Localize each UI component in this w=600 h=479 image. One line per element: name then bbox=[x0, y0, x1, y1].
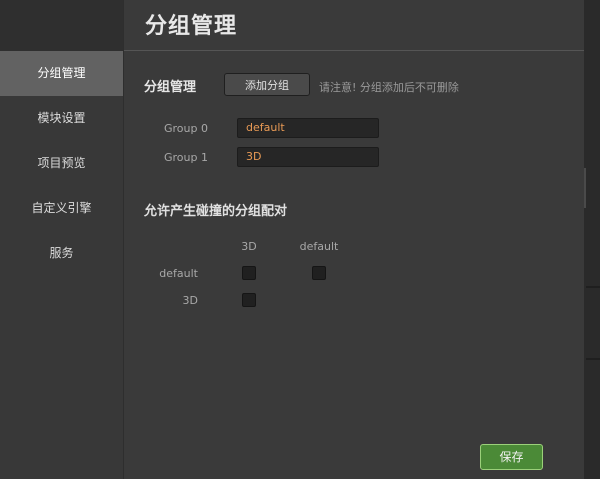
group-notice-text: 请注意! 分组添加后不可删除 bbox=[319, 81, 459, 94]
collision-column-header: default bbox=[299, 240, 339, 253]
collision-matrix-title: 允许产生碰撞的分组配对 bbox=[144, 204, 288, 219]
header-divider bbox=[124, 50, 584, 51]
divider bbox=[586, 286, 600, 288]
sidebar-item-module-settings[interactable]: 模块设置 bbox=[0, 96, 123, 141]
save-button[interactable]: 保存 bbox=[480, 444, 543, 470]
collision-checkbox[interactable] bbox=[242, 293, 256, 307]
group-0-label: Group 0 bbox=[164, 122, 208, 135]
scrollbar-edge bbox=[584, 168, 586, 208]
collision-checkbox[interactable] bbox=[242, 266, 256, 280]
collision-column-header: 3D bbox=[241, 240, 257, 253]
sidebar-item-custom-engine[interactable]: 自定义引擎 bbox=[0, 186, 123, 231]
sidebar-item-project-preview[interactable]: 项目预览 bbox=[0, 141, 123, 186]
sidebar-item-group-management[interactable]: 分组管理 bbox=[0, 51, 123, 96]
group-1-label: Group 1 bbox=[164, 151, 208, 164]
background-window-edge bbox=[584, 0, 600, 479]
sidebar-header bbox=[0, 0, 123, 52]
group-1-name-input[interactable]: 3D bbox=[237, 147, 379, 167]
collision-row-header: 3D bbox=[182, 294, 198, 307]
sidebar-item-services[interactable]: 服务 bbox=[0, 231, 123, 276]
collision-checkbox[interactable] bbox=[312, 266, 326, 280]
group-0-name-input[interactable]: default bbox=[237, 118, 379, 138]
page-title: 分组管理 bbox=[145, 14, 238, 39]
collision-row-header: default bbox=[159, 267, 198, 280]
sidebar: 分组管理 模块设置 项目预览 自定义引擎 服务 bbox=[0, 0, 124, 479]
groups-section-label: 分组管理 bbox=[144, 80, 197, 95]
add-group-button[interactable]: 添加分组 bbox=[224, 73, 310, 96]
divider bbox=[586, 358, 600, 360]
